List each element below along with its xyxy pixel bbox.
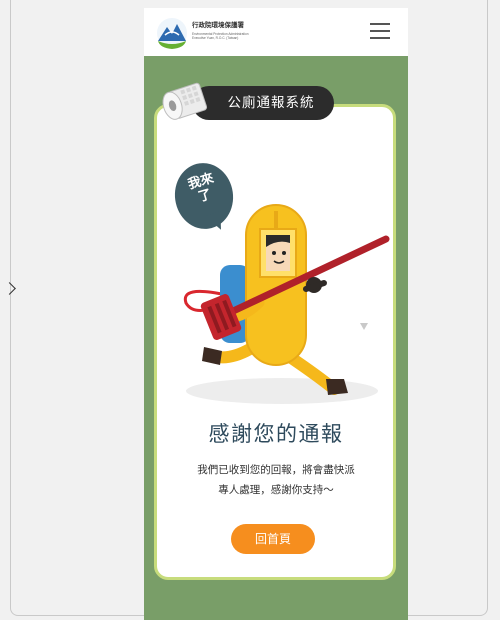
org-name: 行政院環境保護署 [192, 21, 244, 29]
epa-logo-icon[interactable] [156, 15, 188, 51]
mobile-page: 行政院環境保護署 Environmental Protection Admini… [144, 8, 408, 620]
home-button[interactable]: 回首頁 [231, 524, 315, 554]
org-english-name: Environmental Protection Administration … [192, 32, 249, 40]
system-title: 公廁通報系統 [192, 86, 334, 120]
confirmation-message: 我們已收到您的回報，將會盡快派 專人處理，感謝你支持～ [144, 460, 408, 500]
chevron-right-icon [3, 282, 16, 295]
message-line-1: 我們已收到您的回報，將會盡快派 [197, 464, 355, 476]
hamburger-menu-icon[interactable] [370, 23, 390, 40]
thanks-heading: 感謝您的通報 [208, 422, 344, 446]
message-line-2: 專人處理，感謝你支持～ [218, 484, 334, 496]
toilet-paper-icon [162, 82, 208, 120]
site-header: 行政院環境保護署 Environmental Protection Admini… [144, 8, 408, 56]
cleaner-character-illustration [183, 204, 390, 404]
